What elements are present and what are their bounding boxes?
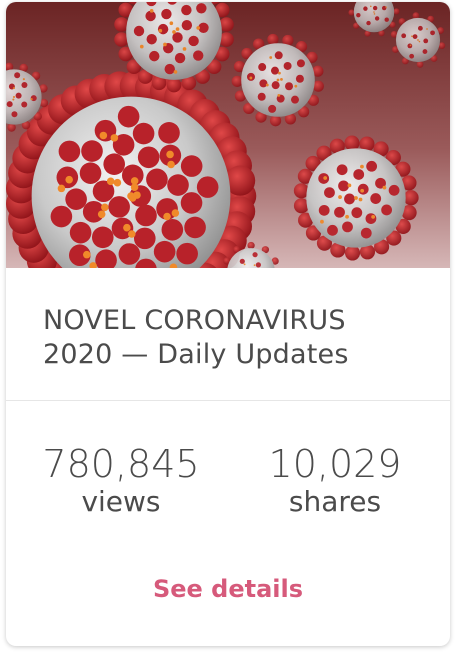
shares-stat: 10,029 shares — [235, 442, 435, 520]
views-stat: 780,845 views — [21, 442, 221, 520]
hero-image — [6, 2, 450, 268]
title-section: NOVEL CORONAVIRUS 2020 — Daily Updates — [6, 268, 450, 401]
card-title: NOVEL CORONAVIRUS 2020 — Daily Updates — [43, 305, 349, 370]
shares-count: 10,029 — [268, 442, 402, 486]
content-card: NOVEL CORONAVIRUS 2020 — Daily Updates 7… — [6, 2, 450, 646]
views-label: views — [81, 485, 161, 518]
views-count: 780,845 — [42, 442, 200, 486]
coronavirus-illustration — [6, 2, 450, 268]
shares-label: shares — [288, 485, 382, 518]
see-details-link[interactable]: See details — [6, 575, 450, 603]
